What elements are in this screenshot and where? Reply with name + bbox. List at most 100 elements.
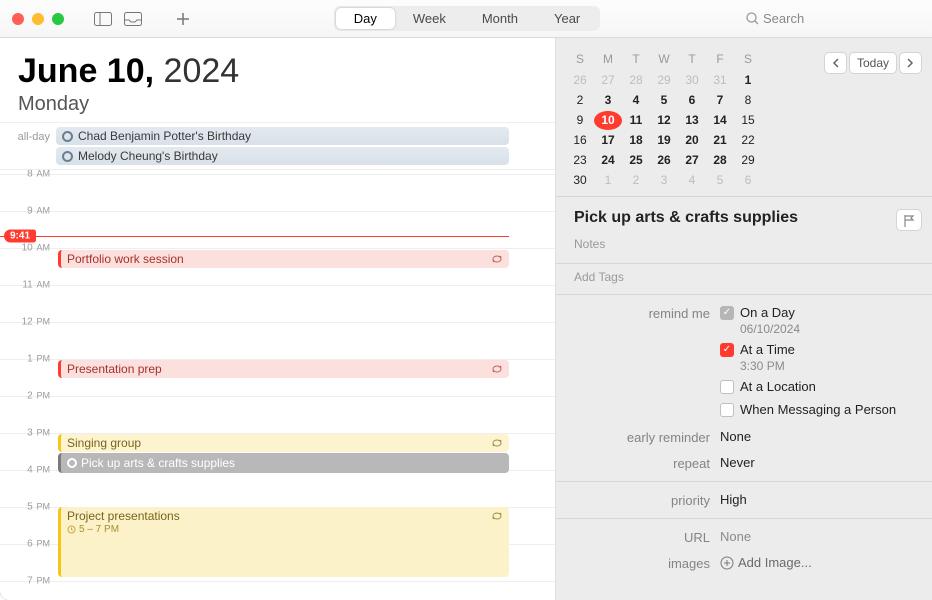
view-year[interactable]: Year [536, 8, 598, 29]
mini-day[interactable]: 5 [650, 91, 678, 110]
mini-day[interactable]: 28 [622, 71, 650, 90]
mini-day[interactable]: 30 [566, 171, 594, 190]
mini-day[interactable]: 26 [566, 71, 594, 90]
add-icon[interactable] [172, 9, 194, 29]
mini-day[interactable]: 21 [706, 131, 734, 150]
date-year: 2024 [164, 52, 240, 90]
repeat-icon [491, 510, 503, 524]
early-reminder-label: early reminder [574, 429, 720, 445]
search-icon [746, 12, 759, 25]
at-a-time-checkbox[interactable]: ✓At a Time [720, 342, 922, 357]
mini-day[interactable]: 2 [622, 171, 650, 190]
mini-day[interactable]: 5 [706, 171, 734, 190]
search-input[interactable]: Search [740, 8, 920, 29]
mini-day[interactable]: 18 [622, 131, 650, 150]
mini-day[interactable]: 2 [566, 91, 594, 110]
event[interactable]: Project presentations 5 – 7 PM [58, 507, 509, 577]
mini-day[interactable]: 4 [622, 91, 650, 110]
mini-day[interactable]: 11 [622, 111, 650, 130]
mini-day[interactable]: 29 [650, 71, 678, 90]
view-week[interactable]: Week [395, 8, 464, 29]
fullscreen-icon[interactable] [52, 13, 64, 25]
mini-day[interactable]: 19 [650, 131, 678, 150]
early-reminder-value[interactable]: None [720, 429, 922, 444]
mini-day[interactable]: 17 [594, 131, 622, 150]
mini-day[interactable]: 23 [566, 151, 594, 170]
reminder-detail: Pick up arts & crafts supplies Notes Add… [556, 196, 932, 600]
view-day[interactable]: Day [336, 8, 395, 29]
mini-day[interactable]: 30 [678, 71, 706, 90]
inbox-icon[interactable] [122, 9, 144, 29]
mini-day[interactable]: 28 [706, 151, 734, 170]
mini-day[interactable]: 16 [566, 131, 594, 150]
detail-title[interactable]: Pick up arts & crafts supplies [574, 209, 890, 227]
mini-day[interactable]: 14 [706, 111, 734, 130]
titlebar: DayWeekMonthYear Search [0, 0, 932, 38]
hour-label: 7 PM [0, 576, 56, 587]
allday-event[interactable]: Chad Benjamin Potter's Birthday [56, 127, 509, 145]
timeline[interactable]: 8 AM9 AM10 AM11 AM12 PM1 PM2 PM3 PM4 PM5… [0, 170, 555, 600]
month-nav: Today [824, 52, 922, 190]
mini-day[interactable]: 6 [734, 171, 762, 190]
hour-label: 12 PM [0, 317, 56, 328]
mini-day[interactable]: 15 [734, 111, 762, 130]
repeat-value[interactable]: Never [720, 455, 922, 470]
images-label: images [574, 555, 720, 571]
repeat-icon [491, 253, 503, 267]
mini-day[interactable]: 27 [594, 71, 622, 90]
mini-day[interactable]: 12 [650, 111, 678, 130]
priority-value[interactable]: High [720, 492, 922, 507]
notes-field[interactable]: Notes [574, 237, 922, 251]
at-location-checkbox[interactable]: At a Location [720, 379, 922, 394]
hour-label: 2 PM [0, 391, 56, 402]
hour-label: 3 PM [0, 428, 56, 439]
mini-day[interactable]: 31 [706, 71, 734, 90]
mini-day[interactable]: 13 [678, 111, 706, 130]
window-controls [12, 13, 64, 25]
mini-day[interactable]: 22 [734, 131, 762, 150]
mini-day[interactable]: 6 [678, 91, 706, 110]
inspector-panel: SMTWTFS262728293031123456789101112131415… [556, 38, 932, 600]
flag-button[interactable] [896, 209, 922, 231]
repeat-icon [491, 437, 503, 451]
mini-day[interactable]: 1 [594, 171, 622, 190]
mini-day[interactable]: 7 [706, 91, 734, 110]
mini-day[interactable]: 3 [594, 91, 622, 110]
hour-label: 8 AM [0, 170, 56, 180]
event[interactable]: Singing group [58, 434, 509, 452]
allday-section: all-day Chad Benjamin Potter's BirthdayM… [0, 122, 555, 170]
allday-event[interactable]: Melody Cheung's Birthday [56, 147, 509, 165]
event[interactable]: Presentation prep [58, 360, 509, 378]
sidebar-toggle-icon[interactable] [92, 9, 114, 29]
mini-day[interactable]: 26 [650, 151, 678, 170]
event[interactable]: Portfolio work session [58, 250, 509, 268]
tags-field[interactable]: Add Tags [574, 270, 922, 284]
mini-day[interactable]: 1 [734, 71, 762, 90]
mini-day[interactable]: 3 [650, 171, 678, 190]
minimize-icon[interactable] [32, 13, 44, 25]
mini-day[interactable]: 9 [566, 111, 594, 130]
on-a-day-checkbox[interactable]: ✓On a Day [720, 305, 922, 320]
today-button[interactable]: Today [849, 52, 897, 74]
view-month[interactable]: Month [464, 8, 536, 29]
mini-day[interactable]: 10 [594, 111, 622, 130]
mini-day[interactable]: 4 [678, 171, 706, 190]
mini-day[interactable]: 24 [594, 151, 622, 170]
when-messaging-checkbox[interactable]: When Messaging a Person [720, 402, 922, 417]
url-value[interactable]: None [720, 529, 922, 544]
mini-day[interactable]: 8 [734, 91, 762, 110]
prev-month-button[interactable] [824, 52, 847, 74]
next-month-button[interactable] [899, 52, 922, 74]
mini-day[interactable]: 20 [678, 131, 706, 150]
mini-day[interactable]: 29 [734, 151, 762, 170]
close-icon[interactable] [12, 13, 24, 25]
view-segmented-control[interactable]: DayWeekMonthYear [334, 6, 601, 31]
at-a-time-value[interactable]: 3:30 PM [740, 359, 922, 373]
on-a-day-value[interactable]: 06/10/2024 [740, 322, 922, 336]
mini-day[interactable]: 27 [678, 151, 706, 170]
event[interactable]: Pick up arts & crafts supplies [58, 453, 509, 473]
add-image-button[interactable]: Add Image... [720, 555, 922, 570]
mini-calendar[interactable]: SMTWTFS262728293031123456789101112131415… [566, 52, 824, 190]
date-weekday: Monday [18, 93, 537, 116]
mini-day[interactable]: 25 [622, 151, 650, 170]
